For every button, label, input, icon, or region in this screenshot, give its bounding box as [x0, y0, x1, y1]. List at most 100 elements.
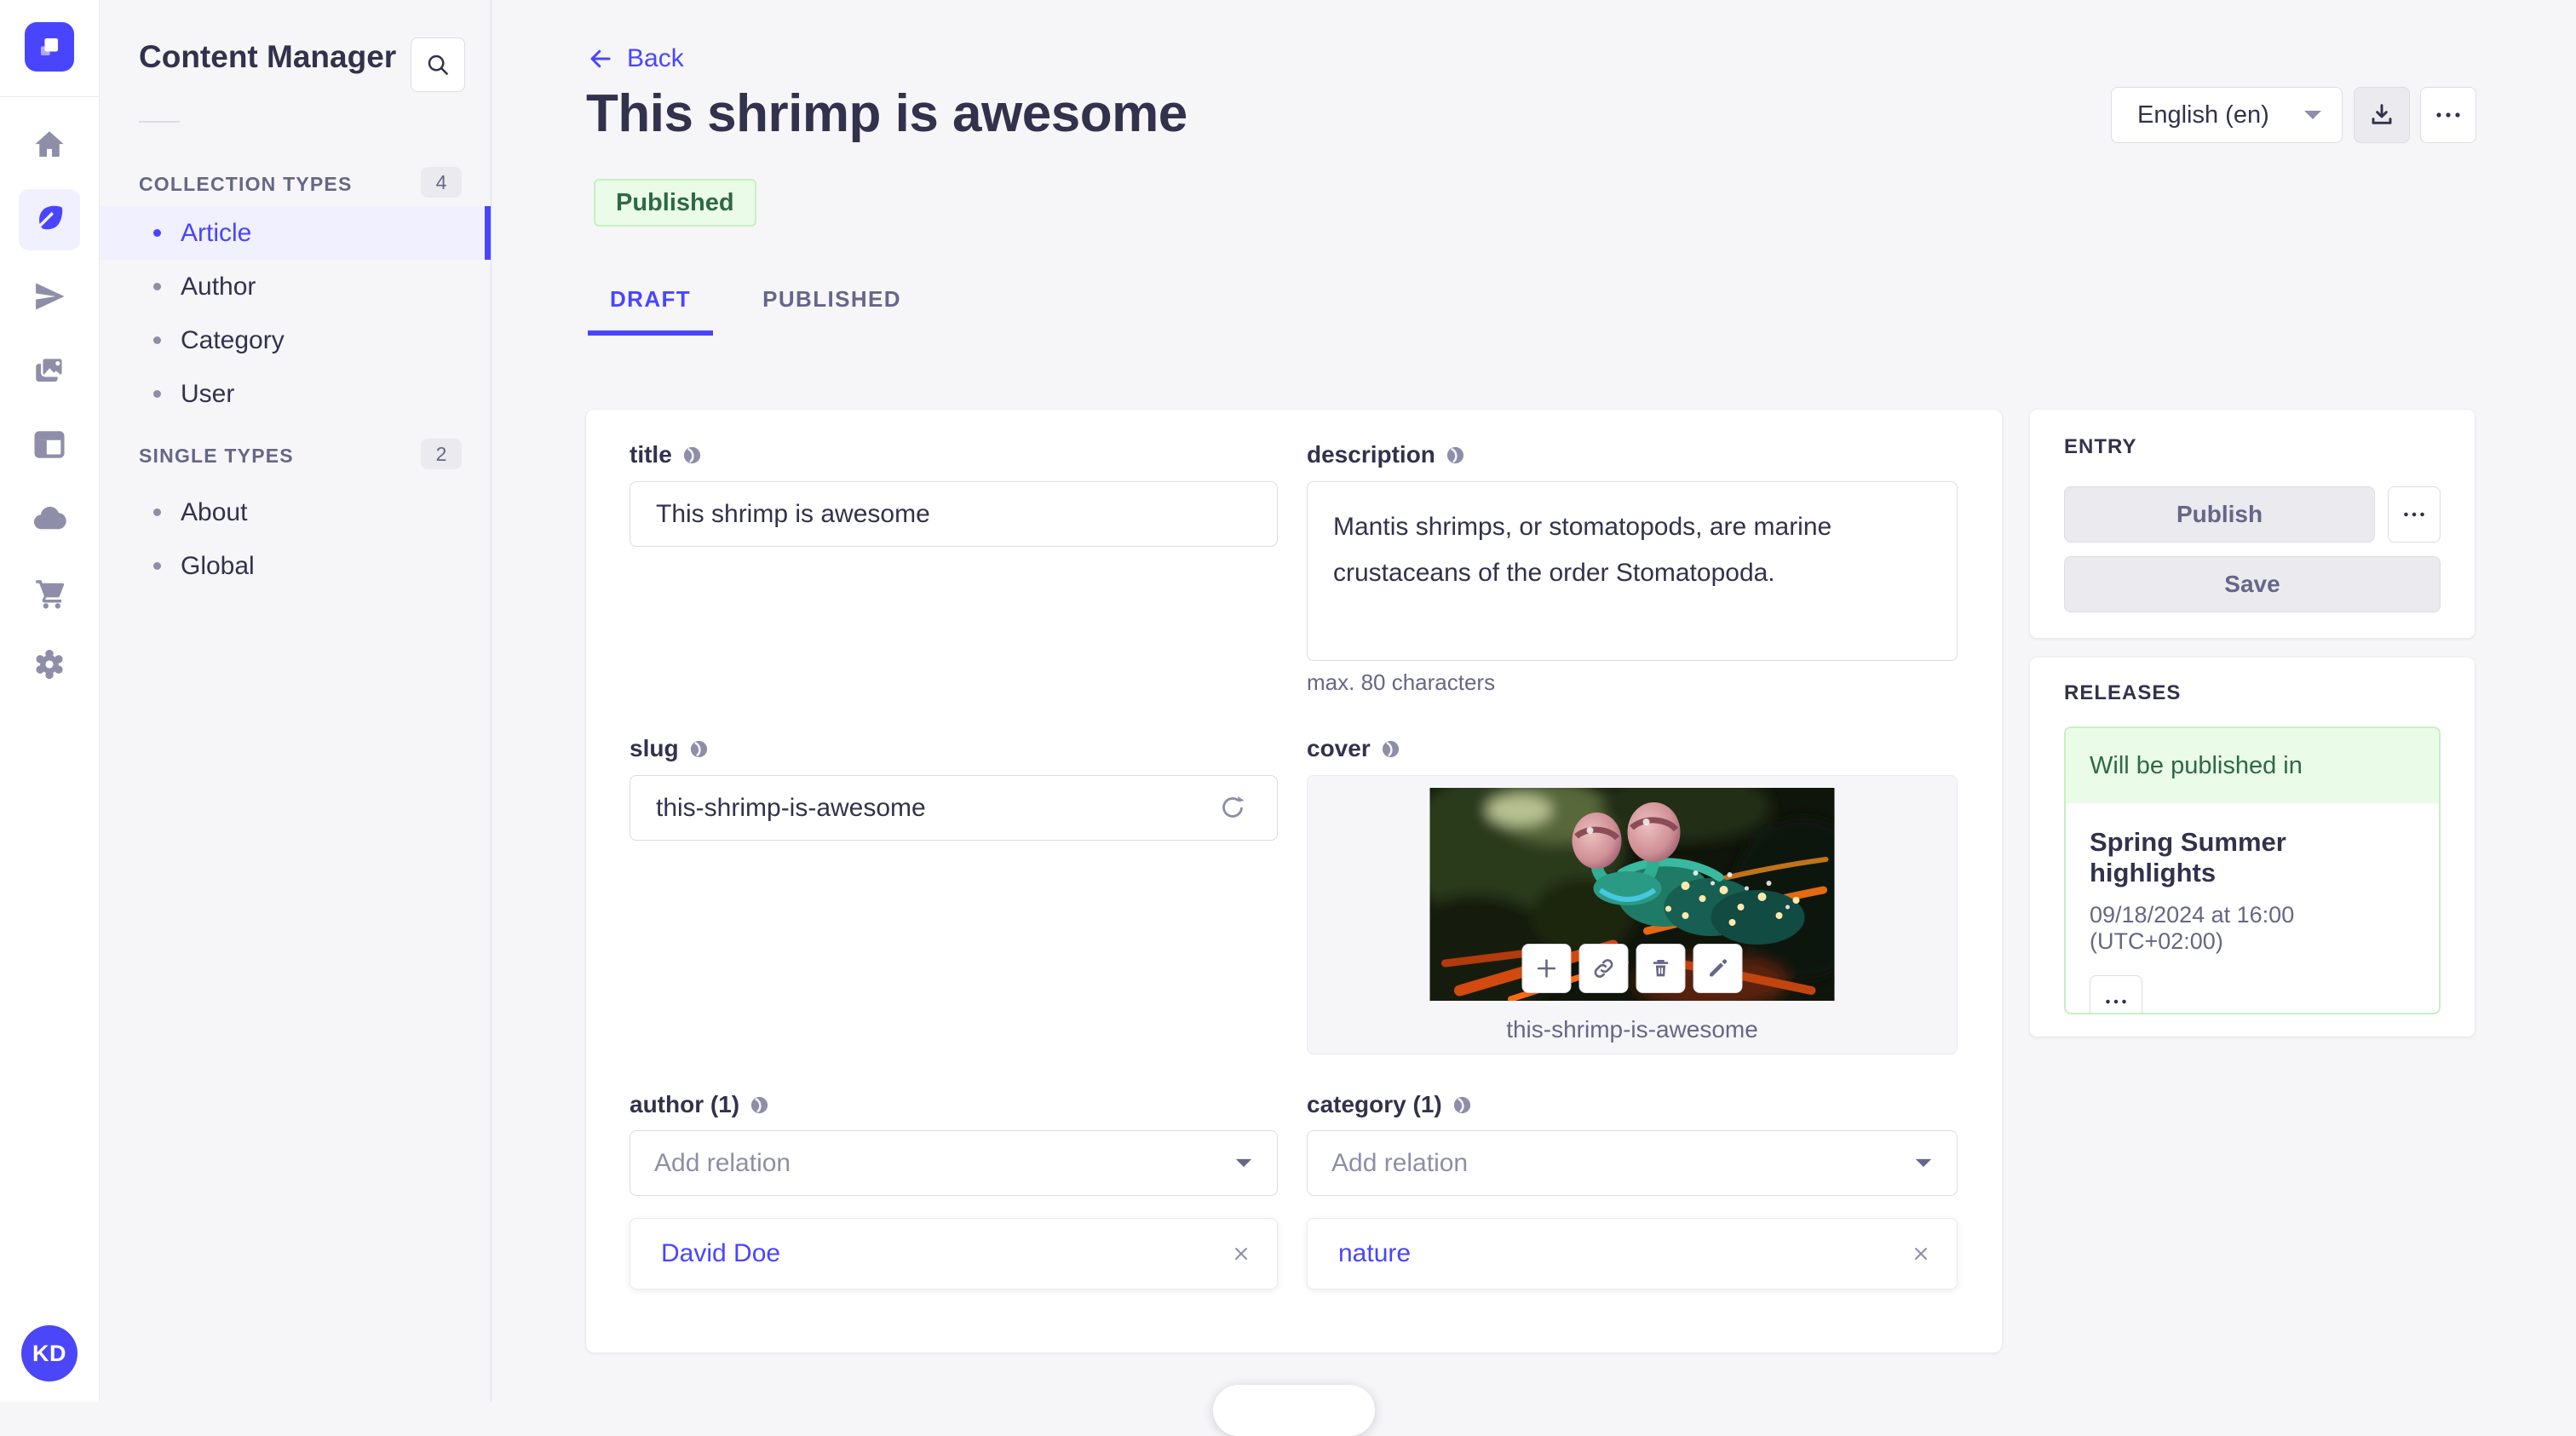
sidebar-item-article[interactable]: Article — [99, 206, 491, 260]
releases-panel-heading: RELEASES — [2064, 681, 2182, 704]
i18n-globe-icon — [750, 1096, 768, 1113]
tab-draft[interactable]: DRAFT — [588, 267, 714, 336]
content-type-builder-layout-icon — [34, 431, 65, 458]
i18n-globe-icon — [1382, 740, 1399, 757]
category-relation-select[interactable]: Add relation — [1307, 1130, 1958, 1196]
single-types-count-badge: 2 — [421, 439, 462, 469]
close-icon — [1915, 1248, 1927, 1260]
remove-category-relation-button[interactable] — [1911, 1244, 1931, 1264]
remove-author-relation-button[interactable] — [1231, 1244, 1251, 1264]
settings-gear-icon — [36, 649, 63, 680]
home-icon — [35, 131, 64, 157]
field-label-text: description — [1307, 441, 1435, 468]
i18n-globe-icon — [690, 740, 707, 757]
cover-media-panel: this-shrimp-is-awesome — [1307, 775, 1958, 1054]
slug-input[interactable] — [630, 775, 1278, 841]
entry-panel: ENTRY Publish Save — [2030, 410, 2475, 638]
header-more-actions-button[interactable] — [2420, 87, 2476, 143]
category-field-label: category (1) — [1307, 1091, 1472, 1118]
rail-divider — [0, 96, 99, 97]
locale-select[interactable]: English (en) — [2111, 87, 2343, 143]
sidebar-item-category[interactable]: Category — [99, 313, 491, 367]
release-status: Will be published in — [2066, 728, 2439, 803]
cover-field-label: cover — [1307, 735, 1400, 762]
section-label-single-types: SINGLE TYPES — [139, 445, 294, 467]
media-library-images-icon — [36, 356, 64, 382]
description-textarea[interactable]: Mantis shrimps, or stomatopods, are mari… — [1307, 481, 1958, 661]
bottom-floating-widget[interactable] — [1213, 1385, 1375, 1436]
sidebar-item-author[interactable]: Author — [99, 260, 491, 313]
search-button[interactable] — [411, 37, 465, 92]
tab-published[interactable]: PUBLISHED — [740, 267, 923, 336]
publish-button[interactable]: Publish — [2064, 486, 2375, 543]
author-field-label: author (1) — [630, 1091, 769, 1118]
sidebar-item-content-manager[interactable] — [19, 189, 80, 250]
sidebar-item-about[interactable]: About — [99, 485, 491, 539]
sidebar-item-global[interactable]: Global — [99, 539, 491, 593]
strapi-logo[interactable] — [25, 22, 74, 72]
author-relation-select[interactable]: Add relation — [630, 1130, 1278, 1196]
slug-regenerate-button[interactable] — [1218, 793, 1247, 822]
sidebar-item-user[interactable]: User — [99, 367, 491, 421]
user-avatar[interactable]: KD — [21, 1325, 78, 1381]
export-download-button[interactable] — [2354, 87, 2410, 143]
bullet-dot-icon — [153, 508, 161, 516]
relation-link-david-doe[interactable]: David Doe — [661, 1239, 780, 1268]
bullet-dot-icon — [153, 390, 161, 398]
release-plane-icon — [36, 283, 65, 310]
cover-add-button[interactable] — [1521, 944, 1572, 993]
marketplace-cart-icon — [36, 580, 65, 609]
back-link[interactable]: Back — [588, 44, 684, 73]
cover-copy-link-button[interactable] — [1578, 944, 1629, 993]
release-title[interactable]: Spring Summer highlights — [2090, 827, 2415, 888]
slug-field-label: slug — [630, 735, 709, 762]
sidebar-item-home[interactable] — [19, 114, 80, 175]
bullet-dot-icon — [153, 562, 161, 570]
field-label-text: author (1) — [630, 1091, 740, 1117]
cover-delete-button[interactable] — [1636, 944, 1686, 993]
page-title: This shrimp is awesome — [586, 84, 1187, 143]
deploy-cloud-icon — [33, 506, 66, 530]
relation-placeholder: Add relation — [1331, 1148, 1469, 1177]
entry-form-card: title description Mantis shrimps, or sto… — [586, 410, 2002, 1353]
link-icon — [1594, 959, 1613, 978]
download-icon — [2372, 104, 2392, 124]
sidebar-item-marketplace[interactable] — [19, 563, 80, 624]
sidebar-item-content-type-builder[interactable] — [19, 414, 80, 475]
author-relation-item: David Doe — [630, 1218, 1278, 1290]
strapi-logo-icon — [40, 37, 59, 56]
chevron-down-icon — [2304, 111, 2321, 119]
sidebar-item-settings[interactable] — [19, 634, 80, 695]
save-button[interactable]: Save — [2064, 556, 2441, 612]
back-arrow-icon — [590, 49, 611, 68]
ellipsis-icon — [2106, 999, 2126, 1004]
release-body: Spring Summer highlights 09/18/2024 at 1… — [2066, 803, 2439, 1013]
cover-edit-button[interactable] — [1693, 944, 1743, 993]
i18n-globe-icon — [1453, 1096, 1470, 1113]
i18n-globe-icon — [1446, 446, 1464, 463]
field-label-text: slug — [630, 735, 679, 761]
ellipsis-icon — [2404, 512, 2424, 517]
trash-icon — [1653, 959, 1669, 977]
entry-more-actions-button[interactable] — [2388, 486, 2441, 543]
release-card: Will be published in Spring Summer highl… — [2064, 727, 2441, 1014]
release-date: 09/18/2024 at 16:00 (UTC+02:00) — [2090, 902, 2295, 954]
sidebar-item-media-library[interactable] — [19, 340, 80, 401]
sidebar-item-releases[interactable] — [19, 266, 80, 327]
field-label-text: title — [630, 441, 672, 468]
sidebar-item-label: Global — [181, 551, 255, 580]
chevron-down-icon — [1915, 1158, 1932, 1168]
avatar-initials: KD — [32, 1340, 66, 1366]
sidebar-item-label: Author — [181, 272, 256, 301]
search-icon — [428, 55, 448, 75]
bullet-dot-icon — [153, 229, 161, 237]
cover-action-buttons — [1521, 944, 1743, 993]
title-input[interactable] — [630, 481, 1278, 547]
release-more-actions-button[interactable] — [2090, 975, 2142, 1013]
sidebar-item-deploy[interactable] — [19, 488, 80, 549]
relation-link-nature[interactable]: nature — [1338, 1239, 1411, 1268]
sidebar-item-label: About — [181, 497, 248, 526]
sidebar-item-label: User — [181, 379, 235, 408]
content-manager-feather-icon — [39, 205, 63, 230]
subnav-divider — [139, 121, 180, 123]
